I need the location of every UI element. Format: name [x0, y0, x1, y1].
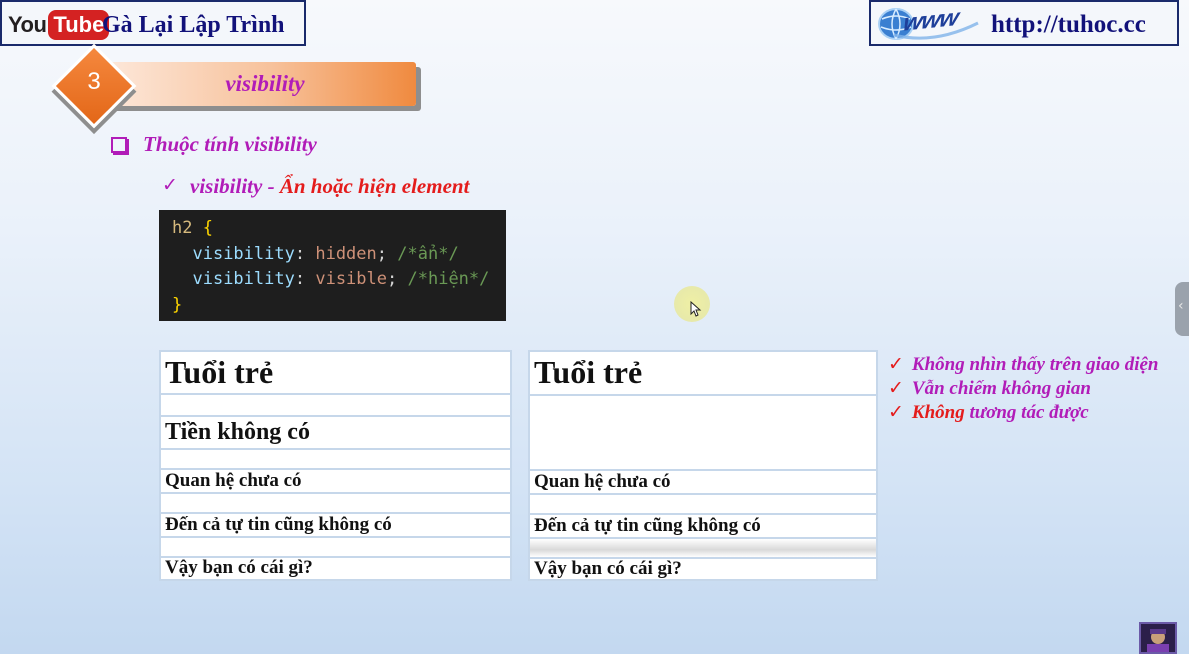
section-title: visibility — [225, 71, 305, 96]
note-item: ✓ Không tương tác được — [888, 401, 1089, 424]
code-close-brace: } — [172, 294, 183, 315]
table-row: Tiền không có — [161, 417, 510, 450]
chevron-left-icon[interactable]: ‹ — [1178, 298, 1184, 314]
code-colon: : — [294, 243, 306, 264]
code-property: visibility — [192, 269, 295, 289]
note-item: ✓ Không nhìn thấy trên giao diện — [888, 353, 1158, 376]
check-icon: ✓ — [888, 401, 904, 423]
youtube-logo-icon: You Tube — [8, 10, 110, 40]
table-row — [161, 450, 510, 470]
check-icon: ✓ — [888, 353, 904, 375]
row-heading: Tuổi trẻ — [534, 354, 643, 390]
check-icon: ✓ — [162, 174, 178, 196]
code-colon: : — [294, 269, 306, 289]
note-text-red: Không — [911, 402, 965, 423]
table-row: Đến cả tự tin cũng không có — [161, 514, 510, 538]
table-row-hidden-space — [530, 396, 876, 471]
css-code-block: h2 { visibility: hidden; /*ẩn*/ visibili… — [159, 210, 506, 321]
note-text: Không nhìn thấy trên giao diện — [911, 354, 1159, 375]
table-row: Quan hệ chưa có — [530, 471, 876, 495]
note-text: Vẫn chiếm không gian — [911, 378, 1091, 399]
code-property: visibility — [192, 243, 295, 264]
code-open-brace: { — [202, 218, 213, 238]
demo-table-visible: Tuổi trẻ Tiền không có Quan hệ chưa có Đ… — [159, 350, 512, 581]
channel-header-box: You Tube Gà Lại Lập Trình — [0, 0, 306, 46]
row-text: Đến cả tự tin cũng không có — [534, 515, 761, 536]
note-item: ✓ Vẫn chiếm không gian — [888, 377, 1091, 400]
table-row — [161, 538, 510, 558]
table-row — [530, 539, 876, 559]
check-icon: ✓ — [888, 377, 904, 399]
code-value: hidden — [315, 243, 377, 264]
table-row — [161, 494, 510, 514]
sub-bullet-text: visibility - Ẩn hoặc hiện element — [190, 174, 469, 199]
table-row: Tuổi trẻ — [161, 352, 510, 395]
note-text: tương tác được — [964, 402, 1089, 423]
table-row: Quan hệ chưa có — [161, 470, 510, 494]
table-row: Vậy bạn có cái gì? — [530, 558, 876, 579]
table-row: Tuổi trẻ — [530, 352, 876, 396]
website-url: http://tuhoc.cc — [991, 11, 1146, 38]
row-text: Vậy bạn có cái gì? — [534, 558, 682, 579]
sub-bullet-desc: Ẩn hoặc hiện element — [279, 174, 470, 198]
row-text: Đến cả tự tin cũng không có — [165, 514, 392, 535]
row-text: Vậy bạn có cái gì? — [165, 557, 313, 578]
sub-bullet-prop: visibility - — [190, 174, 280, 198]
square-bullet-icon — [111, 137, 127, 153]
table-row — [530, 495, 876, 515]
table-row — [161, 395, 510, 417]
code-comment: /*ẩn*/ — [397, 243, 459, 264]
channel-name: Gà Lại Lập Trình — [102, 12, 285, 38]
website-header-box: www http://tuhoc.cc — [869, 0, 1179, 46]
mouse-cursor-icon — [690, 300, 702, 322]
demo-table-hidden: Tuổi trẻ Quan hệ chưa có Đến cả tự tin c… — [528, 350, 878, 581]
table-row: Vậy bạn có cái gì? — [161, 557, 510, 579]
row-text: Quan hệ chưa có — [534, 471, 671, 492]
bullet-heading: Thuộc tính visibility — [143, 132, 317, 156]
code-comment: /*hiện*/ — [407, 269, 490, 289]
code-semicolon: ; — [387, 269, 398, 289]
table-row: Đến cả tự tin cũng không có — [530, 515, 876, 539]
youtube-logo-you: You — [8, 12, 47, 37]
row-heading: Tuổi trẻ — [165, 354, 274, 390]
code-selector: h2 — [172, 218, 193, 238]
www-globe-icon: www — [874, 4, 982, 43]
channel-avatar-icon[interactable] — [1139, 622, 1177, 654]
code-semicolon: ; — [376, 243, 388, 264]
row-text: Quan hệ chưa có — [165, 470, 302, 491]
code-value: visible — [315, 269, 387, 289]
section-number: 3 — [87, 68, 101, 95]
row-heading: Tiền không có — [165, 419, 310, 445]
youtube-logo-tube: Tube — [48, 10, 110, 40]
